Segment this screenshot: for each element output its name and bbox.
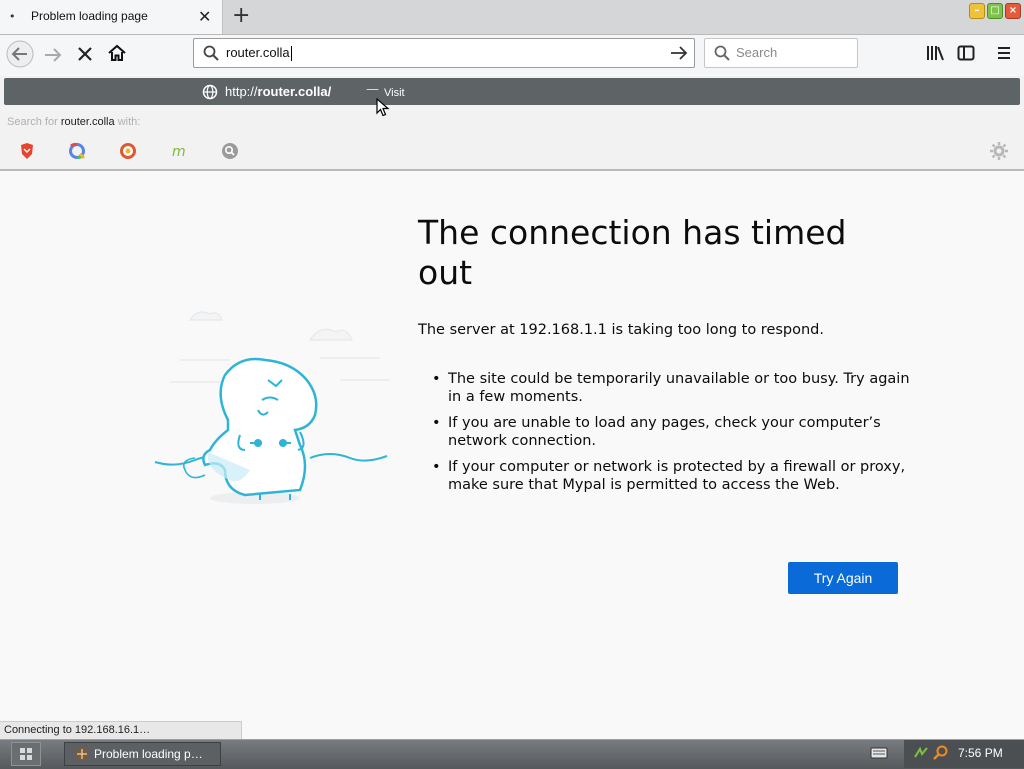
taskbar-window-label: Problem loading p…	[94, 747, 203, 761]
window-minimize-button[interactable]: –	[969, 3, 985, 19]
visit-url: http://router.colla/	[225, 84, 331, 99]
window-close-button[interactable]: ×	[1005, 3, 1021, 19]
home-icon[interactable]	[107, 43, 127, 63]
start-menu-button[interactable]	[11, 742, 41, 766]
visit-url-scheme: http://	[225, 84, 258, 99]
settings-gear-icon[interactable]	[989, 141, 1009, 161]
status-text: Connecting to 192.168.16.1…	[4, 724, 151, 736]
tab-title: Problem loading page	[31, 9, 148, 23]
search-icon	[203, 45, 219, 61]
go-arrow-icon[interactable]	[670, 45, 688, 61]
tab-close-icon[interactable]: ✕	[198, 7, 211, 26]
stop-icon[interactable]	[76, 45, 94, 63]
library-icon[interactable]	[926, 44, 944, 62]
search-box[interactable]: Search	[704, 38, 858, 68]
try-again-button[interactable]: Try Again	[788, 562, 898, 594]
search-for-suffix: with:	[117, 116, 141, 128]
mouse-pointer-icon	[376, 98, 390, 117]
taskbar-window-button[interactable]: Problem loading p…	[64, 742, 221, 766]
network-status-icon[interactable]	[912, 745, 930, 761]
visit-suggestion-row[interactable]: http://router.colla/ — Visit	[4, 78, 1020, 105]
list-item: The site could be temporarily unavailabl…	[432, 370, 912, 406]
globe-icon	[202, 84, 218, 100]
text-caret	[290, 46, 292, 62]
search-engine-icon[interactable]	[221, 142, 239, 160]
forward-arrow-icon	[45, 48, 62, 62]
tab-problem-loading[interactable]: • Problem loading page ✕	[0, 0, 223, 34]
error-description: The server at 192.168.1.1 is taking too …	[418, 322, 824, 338]
search-with-label: Search for router.colla with:	[7, 116, 140, 128]
visit-url-host: router.colla/	[257, 84, 332, 99]
search-for-prefix: Search for	[7, 116, 58, 128]
status-panel: Connecting to 192.168.16.1…	[0, 721, 242, 739]
url-suggestions-popup: http://router.colla/ — Visit Search for …	[0, 76, 1024, 171]
url-input[interactable]: router.colla	[226, 45, 292, 62]
tab-loading-icon: •	[9, 10, 16, 23]
taskbar-clock: 7:56 PM	[958, 746, 1003, 760]
visit-separator: —	[366, 82, 379, 97]
list-item: If you are unable to load any pages, che…	[432, 414, 912, 450]
mojeek-icon[interactable]: m	[170, 142, 188, 160]
search-icon	[714, 45, 730, 61]
tray-search-icon[interactable]	[932, 744, 950, 762]
url-input-value: router.colla	[226, 45, 290, 60]
error-suggestions-list: The site could be temporarily unavailabl…	[432, 370, 912, 502]
sidebar-icon[interactable]	[957, 44, 975, 62]
forward-button[interactable]	[42, 44, 64, 66]
keyboard-icon[interactable]	[870, 745, 888, 761]
app-grid-icon	[20, 748, 32, 760]
error-title: The connection has timed out	[418, 213, 847, 292]
search-for-term: router.colla	[60, 116, 115, 128]
window-maximize-button[interactable]: □	[987, 3, 1003, 19]
disconnected-dinosaur-illustration	[154, 311, 390, 504]
duckduckgo-icon[interactable]	[119, 142, 137, 160]
list-item: If your computer or network is protected…	[432, 458, 912, 494]
browser-app-icon	[76, 748, 88, 760]
search-placeholder: Search	[736, 45, 778, 60]
brave-icon[interactable]	[18, 142, 36, 160]
url-bar[interactable]: router.colla	[193, 38, 695, 68]
back-button[interactable]	[5, 39, 35, 69]
qwant-icon[interactable]	[68, 142, 86, 160]
svg-text:m: m	[172, 144, 186, 160]
new-tab-icon[interactable]: +	[232, 3, 250, 28]
menu-icon[interactable]	[996, 44, 1012, 62]
